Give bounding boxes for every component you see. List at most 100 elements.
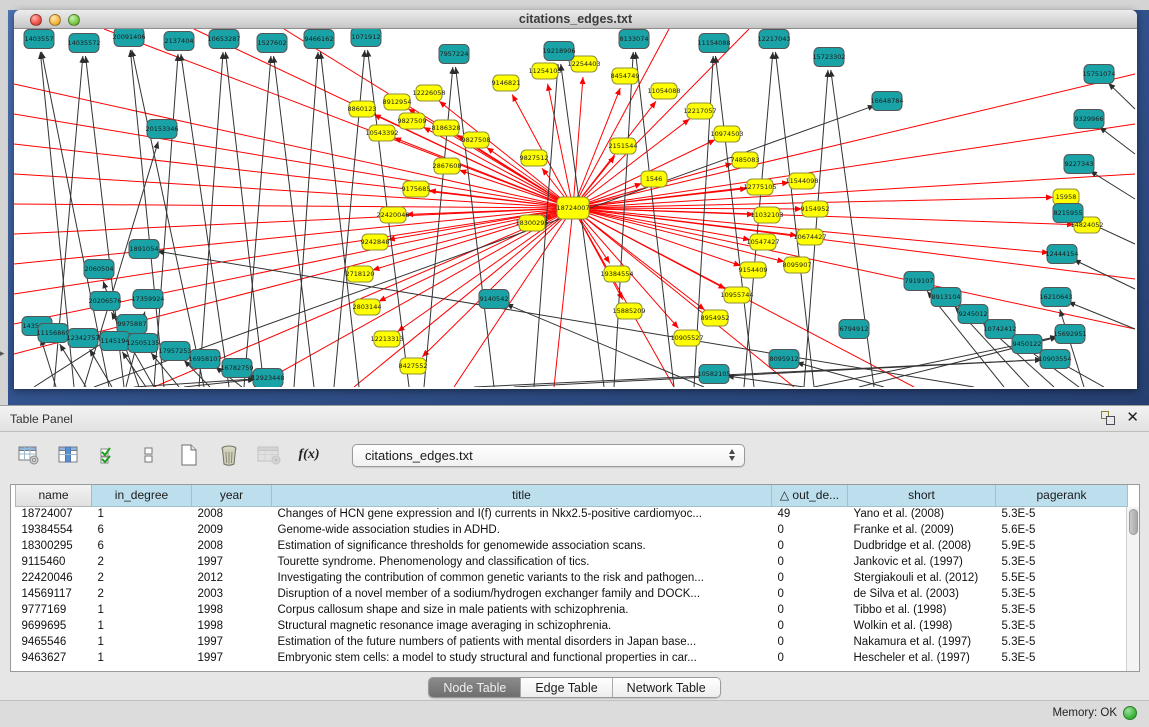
tab-edge-table[interactable]: Edge Table <box>521 678 612 697</box>
cell-short[interactable]: Wolkin et al. (1998) <box>848 618 996 634</box>
cell-name[interactable]: 18724007 <box>16 506 92 522</box>
cell-year[interactable]: 1998 <box>192 602 272 618</box>
cell-year[interactable]: 2009 <box>192 522 272 538</box>
cell-in_degree[interactable]: 1 <box>92 602 192 618</box>
graph-edge[interactable] <box>1099 127 1135 154</box>
cell-pagerank[interactable]: 5.3E-5 <box>996 586 1128 602</box>
cell-in_degree[interactable]: 1 <box>92 634 192 650</box>
graph-edge[interactable] <box>573 124 1135 208</box>
cell-year[interactable]: 2008 <box>192 506 272 522</box>
table-row[interactable]: 946362711997Embryonic stem cells: a mode… <box>16 650 1128 666</box>
graph-edge[interactable] <box>727 376 804 387</box>
cell-pagerank[interactable]: 5.3E-5 <box>996 618 1128 634</box>
cell-name[interactable]: 19384554 <box>16 522 92 538</box>
float-panel-icon[interactable] <box>1100 410 1116 426</box>
clear-selection-icon[interactable] <box>136 443 162 467</box>
graph-edge[interactable] <box>506 304 704 387</box>
graph-edge[interactable] <box>90 349 112 387</box>
tab-network-table[interactable]: Network Table <box>613 678 720 697</box>
cell-short[interactable]: Stergiakouli et al. (2012) <box>848 570 996 586</box>
graph-edge[interactable] <box>573 77 583 208</box>
cell-year[interactable]: 2008 <box>192 538 272 554</box>
cell-name[interactable]: 9463627 <box>16 650 92 666</box>
network-canvas[interactable]: 1872400788601238912954122260589827509105… <box>14 29 1137 387</box>
memory-indicator[interactable]: Memory: OK <box>1052 706 1137 720</box>
graph-edge[interactable] <box>14 174 573 208</box>
cell-title[interactable]: Estimation of significance thresholds fo… <box>272 538 772 554</box>
graph-edge[interactable] <box>294 52 318 387</box>
cell-title[interactable]: Changes of HCN gene expression and I(f) … <box>272 506 772 522</box>
cell-year[interactable]: 1997 <box>192 634 272 650</box>
cell-short[interactable]: Yano et al. (2008) <box>848 506 996 522</box>
table-row[interactable]: 1830029562008Estimation of significance … <box>16 538 1128 554</box>
cell-short[interactable]: Jankovic et al. (1997) <box>848 554 996 570</box>
column-header-name[interactable]: name <box>16 485 92 506</box>
panel-collapse-arrow[interactable]: ▸ <box>0 348 5 359</box>
cell-out_degree[interactable]: 0 <box>772 538 848 554</box>
cell-out_degree[interactable]: 49 <box>772 506 848 522</box>
graph-edge[interactable] <box>554 208 573 387</box>
cell-title[interactable]: Tourette syndrome. Phenomenology and cla… <box>272 554 772 570</box>
cell-year[interactable]: 1998 <box>192 618 272 634</box>
table-row[interactable]: 969969511998Structural magnetic resonanc… <box>16 618 1128 634</box>
cell-name[interactable]: 9777169 <box>16 602 92 618</box>
network-window-titlebar[interactable]: citations_edges.txt <box>14 10 1137 29</box>
cell-short[interactable]: de Silva et al. (2003) <box>848 586 996 602</box>
table-row[interactable]: 1456911722003Disruption of a novel membe… <box>16 586 1128 602</box>
table-chooser-dropdown[interactable]: citations_edges.txt <box>352 444 745 467</box>
cell-pagerank[interactable]: 5.6E-5 <box>996 522 1128 538</box>
cell-in_degree[interactable]: 2 <box>92 554 192 570</box>
cell-name[interactable]: 9465546 <box>16 634 92 650</box>
cell-pagerank[interactable]: 5.3E-5 <box>996 634 1128 650</box>
graph-edge[interactable] <box>199 52 223 387</box>
cell-in_degree[interactable]: 1 <box>92 618 192 634</box>
cell-out_degree[interactable]: 0 <box>772 650 848 666</box>
column-header-year[interactable]: year <box>192 485 272 506</box>
cell-pagerank[interactable]: 5.3E-5 <box>996 554 1128 570</box>
cell-name[interactable]: 9699695 <box>16 618 92 634</box>
table-row[interactable]: 1872400712008Changes of HCN gene express… <box>16 506 1128 522</box>
cell-out_degree[interactable]: 0 <box>772 554 848 570</box>
table-row[interactable]: 977716911998Corpus callosum shape and si… <box>16 602 1128 618</box>
table-scrollbar[interactable] <box>1126 507 1139 671</box>
cell-title[interactable]: Estimation of the future numbers of pati… <box>272 634 772 650</box>
graph-edge[interactable] <box>1108 83 1135 109</box>
cell-title[interactable]: Disruption of a novel member of a sodium… <box>272 586 772 602</box>
column-header-out_degree[interactable]: △ out_de... <box>772 485 848 506</box>
graph-edge[interactable] <box>14 204 573 208</box>
cell-pagerank[interactable]: 5.5E-5 <box>996 570 1128 586</box>
cell-short[interactable]: Franke et al. (2009) <box>848 522 996 538</box>
cell-year[interactable]: 1997 <box>192 650 272 666</box>
graph-edge[interactable] <box>41 338 56 387</box>
cell-in_degree[interactable]: 1 <box>92 650 192 666</box>
column-visibility-icon[interactable] <box>56 443 82 467</box>
cell-in_degree[interactable]: 6 <box>92 538 192 554</box>
cell-in_degree[interactable]: 2 <box>92 570 192 586</box>
table-row[interactable]: 1938455462009Genome-wide association stu… <box>16 522 1128 538</box>
table-row[interactable]: 946554611997Estimation of the future num… <box>16 634 1128 650</box>
cell-year[interactable]: 1997 <box>192 554 272 570</box>
delete-icon[interactable] <box>216 443 242 467</box>
cell-short[interactable]: Dudbridge et al. (2008) <box>848 538 996 554</box>
cell-name[interactable]: 22420046 <box>16 570 92 586</box>
cell-out_degree[interactable]: 0 <box>772 602 848 618</box>
graph-edge[interactable] <box>225 52 264 387</box>
graph-edge[interactable] <box>548 84 573 208</box>
cell-pagerank[interactable]: 5.3E-5 <box>996 602 1128 618</box>
cell-title[interactable]: Genome-wide association studies in ADHD. <box>272 522 772 538</box>
cell-title[interactable]: Corpus callosum shape and size in male p… <box>272 602 772 618</box>
graph-edge[interactable] <box>244 56 271 387</box>
cell-out_degree[interactable]: 0 <box>772 570 848 586</box>
column-header-title[interactable]: title <box>272 485 772 506</box>
graph-edge[interactable] <box>831 70 874 387</box>
tab-node-table[interactable]: Node Table <box>429 678 521 697</box>
column-header-in_degree[interactable]: in_degree <box>92 485 192 506</box>
table-row[interactable]: 911546021997Tourette syndrome. Phenomeno… <box>16 554 1128 570</box>
cell-in_degree[interactable]: 2 <box>92 586 192 602</box>
cell-year[interactable]: 2003 <box>192 586 272 602</box>
cell-title[interactable]: Embryonic stem cells: a model to study s… <box>272 650 772 666</box>
new-file-icon[interactable] <box>176 443 202 467</box>
cell-in_degree[interactable]: 6 <box>92 522 192 538</box>
cell-short[interactable]: Tibbo et al. (1998) <box>848 602 996 618</box>
graph-edge[interactable] <box>573 208 705 310</box>
